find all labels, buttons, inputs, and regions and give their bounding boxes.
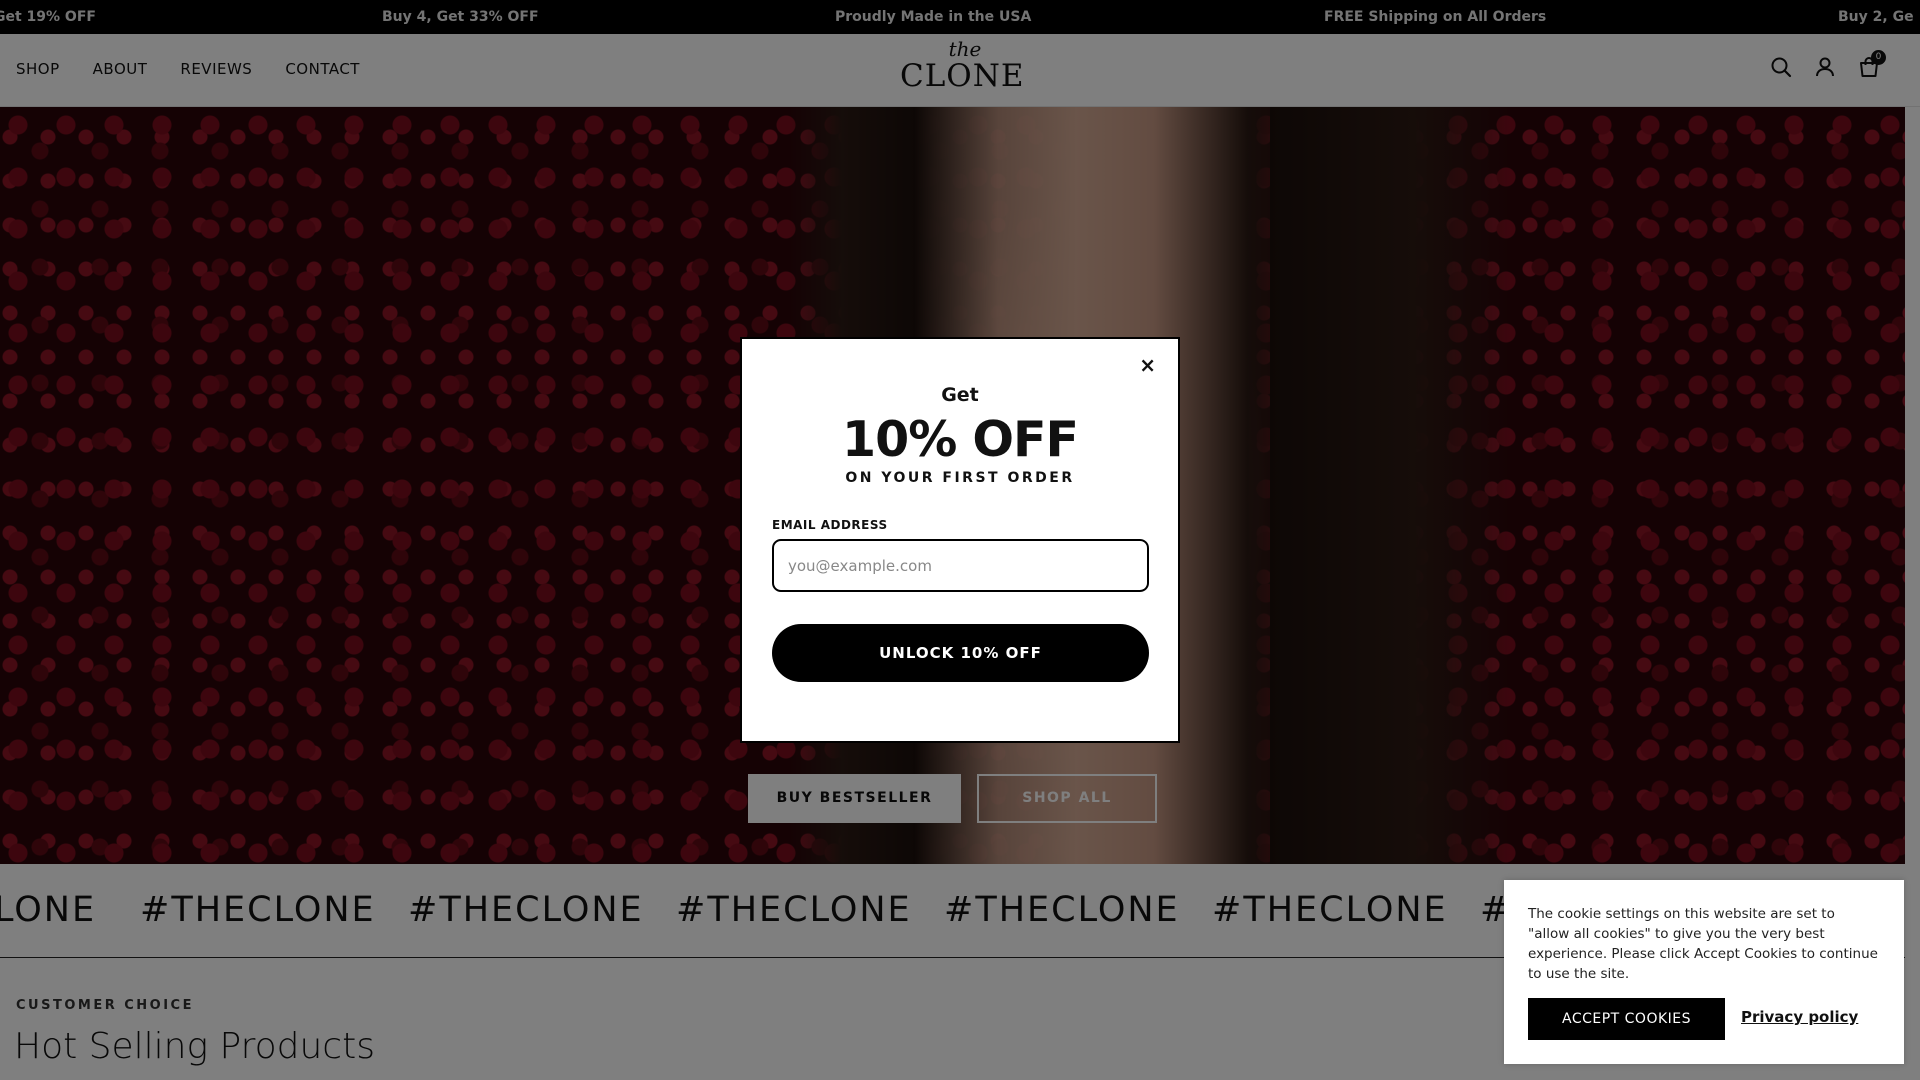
accept-cookies-button[interactable]: ACCEPT COOKIES (1528, 998, 1725, 1040)
cookie-text: The cookie settings on this website are … (1528, 906, 1878, 982)
email-input[interactable] (772, 539, 1149, 592)
page: Get 19% OFF Buy 4, Get 33% OFF Proudly M… (0, 0, 1920, 1080)
popup-get-text: Get (941, 384, 979, 406)
unlock-discount-button[interactable]: UNLOCK 10% OFF (772, 624, 1149, 682)
email-label: EMAIL ADDRESS (772, 518, 888, 532)
discount-popup: × Get 10% OFF ON YOUR FIRST ORDER EMAIL … (740, 337, 1180, 743)
privacy-policy-link[interactable]: Privacy policy (1741, 1008, 1858, 1026)
close-icon[interactable]: × (1139, 353, 1156, 377)
cookie-banner: The cookie settings on this website are … (1504, 880, 1904, 1064)
popup-subheading: ON YOUR FIRST ORDER (845, 470, 1075, 486)
popup-offer-heading: 10% OFF (842, 411, 1079, 468)
